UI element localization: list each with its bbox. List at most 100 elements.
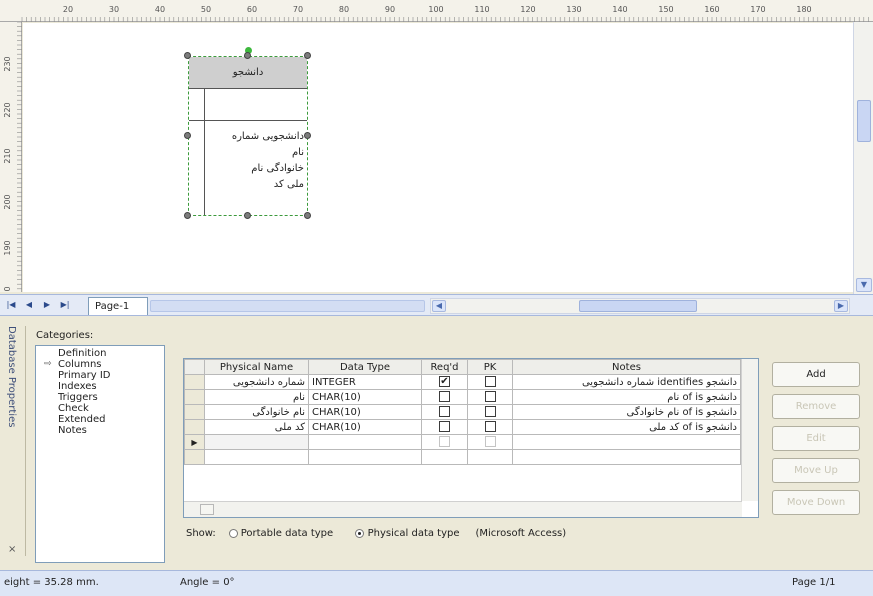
portable-radio[interactable] — [228, 528, 238, 538]
remove-button[interactable]: Remove — [772, 394, 860, 419]
columns-grid[interactable]: Physical Name Data Type Req'd PK Notes ش… — [183, 358, 759, 518]
resize-handle-top-right[interactable] — [304, 52, 311, 59]
drawing-canvas[interactable]: دانشجو دانشجویی شماره نام خانوادگی نام م… — [23, 23, 853, 292]
pk-checkbox[interactable] — [484, 421, 496, 433]
data-type-cell[interactable] — [308, 434, 422, 450]
grid-horizontal-scrollbar[interactable] — [184, 501, 742, 517]
table-row[interactable]: نام CHAR(10) دانشجو of is نام — [184, 389, 741, 405]
first-page-icon[interactable]: |◀ — [6, 299, 16, 311]
ruler-label: 80 — [339, 5, 349, 14]
move-up-button[interactable]: Move Up — [772, 458, 860, 483]
column-header[interactable]: Data Type — [308, 359, 422, 375]
reqd-checkbox[interactable] — [439, 436, 450, 448]
pk-checkbox[interactable] — [484, 391, 496, 403]
pk-cell[interactable] — [467, 404, 513, 420]
physical-radio[interactable] — [355, 528, 365, 538]
empty-cell — [512, 449, 741, 465]
entity-shape[interactable]: دانشجو دانشجویی شماره نام خانوادگی نام م… — [184, 47, 311, 219]
notes-cell[interactable]: دانشجو identifies شماره دانشجویی — [512, 374, 741, 390]
resize-handle-top-left[interactable] — [184, 52, 191, 59]
pk-cell[interactable] — [467, 389, 513, 405]
column-header[interactable]: Physical Name — [204, 359, 309, 375]
pk-cell[interactable] — [467, 374, 513, 390]
add-button[interactable]: Add — [772, 362, 860, 387]
grid-vertical-scrollbar[interactable] — [741, 359, 758, 501]
category-item-definition[interactable]: Definition — [36, 348, 164, 359]
data-type-cell[interactable]: CHAR(10) — [308, 389, 422, 405]
resize-handle-bottom-right[interactable] — [304, 212, 311, 219]
categories-list[interactable]: Definition ⇨ Columns Primary ID Indexes T… — [35, 345, 165, 563]
scroll-right-icon[interactable]: ▶ — [834, 300, 848, 312]
row-selector[interactable] — [184, 404, 205, 420]
close-icon[interactable]: × — [8, 544, 16, 555]
ruler-label: 50 — [201, 5, 211, 14]
column-header[interactable]: Req'd — [421, 359, 468, 375]
edit-button[interactable]: Edit — [772, 426, 860, 451]
notes-cell[interactable] — [512, 434, 741, 450]
scroll-down-icon[interactable]: ▼ — [856, 278, 872, 292]
table-row-new[interactable]: ▶ — [184, 434, 741, 450]
physical-label[interactable]: Physical data type — [368, 528, 460, 539]
resize-handle-left[interactable] — [184, 132, 191, 139]
move-down-button[interactable]: Move Down — [772, 490, 860, 515]
physical-name-cell[interactable]: کد ملی — [204, 419, 309, 435]
data-type-cell[interactable]: CHAR(10) — [308, 419, 422, 435]
ruler-label: 120 — [520, 5, 535, 14]
next-page-icon[interactable]: ▶ — [42, 299, 52, 311]
physical-name-cell[interactable]: نام — [204, 389, 309, 405]
table-row[interactable]: نام خانوادگی CHAR(10) دانشجو of is نام خ… — [184, 404, 741, 420]
resize-handle-right[interactable] — [304, 132, 311, 139]
physical-name-cell[interactable]: نام خانوادگی — [204, 404, 309, 420]
reqd-checkbox[interactable]: ✔ — [439, 376, 450, 388]
reqd-checkbox[interactable] — [439, 391, 450, 403]
table-row[interactable]: شماره دانشجویی INTEGER ✔ دانشجو identifi… — [184, 374, 741, 390]
physical-name-cell[interactable]: شماره دانشجویی — [204, 374, 309, 390]
resize-handle-top[interactable] — [244, 52, 251, 59]
category-item-indexes[interactable]: Indexes — [36, 381, 164, 392]
notes-cell[interactable]: دانشجو of is کد ملی — [512, 419, 741, 435]
reqd-checkbox[interactable] — [439, 406, 450, 418]
category-item-extended[interactable]: Extended — [36, 414, 164, 425]
column-header[interactable]: Notes — [512, 359, 741, 375]
category-item-notes[interactable]: Notes — [36, 425, 164, 436]
pk-cell[interactable] — [467, 434, 513, 450]
tab-page-1[interactable]: Page-1 — [88, 297, 148, 315]
reqd-cell[interactable]: ✔ — [421, 374, 468, 390]
pk-checkbox[interactable] — [484, 376, 496, 388]
category-item-primary-id[interactable]: Primary ID — [36, 370, 164, 381]
reqd-cell[interactable] — [421, 389, 468, 405]
row-selector[interactable] — [184, 374, 205, 390]
canvas-horizontal-scrollbar[interactable]: ◀ ▶ — [430, 298, 850, 314]
resize-handle-bottom[interactable] — [244, 212, 251, 219]
category-item-check[interactable]: Check — [36, 403, 164, 414]
table-row[interactable]: کد ملی CHAR(10) دانشجو of is کد ملی — [184, 419, 741, 435]
category-item-triggers[interactable]: Triggers — [36, 392, 164, 403]
reqd-cell[interactable] — [421, 419, 468, 435]
prev-page-icon[interactable]: ◀ — [24, 299, 34, 311]
pk-cell[interactable] — [467, 419, 513, 435]
canvas-vertical-scrollbar[interactable]: ▼ — [853, 22, 873, 294]
physical-name-cell[interactable] — [204, 434, 309, 450]
reqd-checkbox[interactable] — [439, 421, 450, 433]
notes-cell[interactable]: دانشجو of is نام — [512, 389, 741, 405]
data-type-cell[interactable]: INTEGER — [308, 374, 422, 390]
pk-checkbox[interactable] — [484, 406, 496, 418]
resize-handle-bottom-left[interactable] — [184, 212, 191, 219]
pk-checkbox[interactable] — [484, 436, 496, 448]
scroll-thumb[interactable] — [579, 300, 697, 312]
notes-cell[interactable]: دانشجو of is نام خانوادگی — [512, 404, 741, 420]
row-selector[interactable] — [184, 389, 205, 405]
category-item-columns[interactable]: ⇨ Columns — [36, 359, 164, 370]
data-type-cell[interactable]: CHAR(10) — [308, 404, 422, 420]
new-row-marker[interactable]: ▶ — [184, 434, 205, 450]
reqd-cell[interactable] — [421, 434, 468, 450]
portable-label[interactable]: Portable data type — [241, 528, 333, 539]
scroll-thumb[interactable] — [857, 100, 871, 142]
ruler-label: 20 — [63, 5, 73, 14]
row-selector[interactable] — [184, 419, 205, 435]
column-header[interactable]: PK — [467, 359, 513, 375]
reqd-cell[interactable] — [421, 404, 468, 420]
scroll-thumb[interactable] — [200, 504, 214, 515]
scroll-left-icon[interactable]: ◀ — [432, 300, 446, 312]
last-page-icon[interactable]: ▶| — [60, 299, 70, 311]
